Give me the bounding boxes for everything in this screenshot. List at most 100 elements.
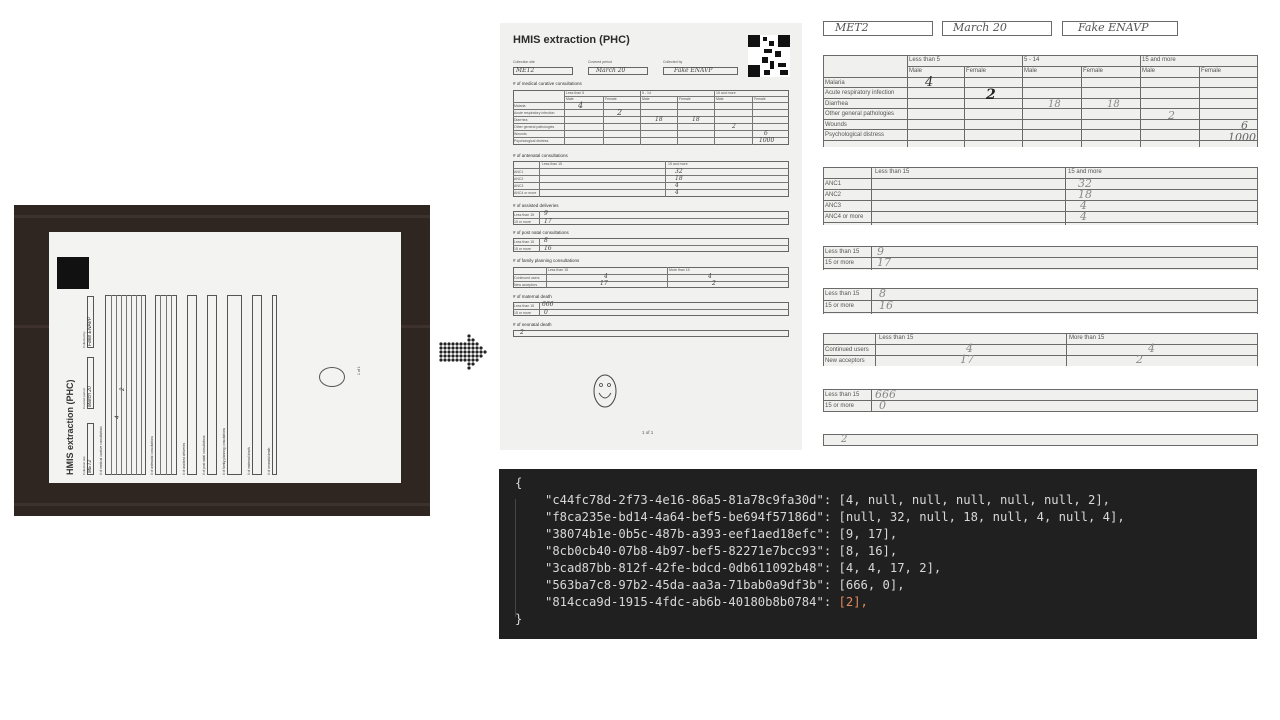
section-antenatal-title: # of antenatal consultations bbox=[513, 153, 568, 158]
json-value: [666, 0], bbox=[838, 578, 905, 592]
antenatal-cell: 18 bbox=[675, 175, 683, 182]
curative-sex-header-0: Male bbox=[566, 97, 574, 101]
antenatal-header: 15 and more bbox=[668, 162, 688, 166]
collection-site-value: MET2 bbox=[516, 67, 535, 74]
curative-row-label: Wounds bbox=[514, 132, 527, 136]
antenatal-row-label: ANC1 bbox=[514, 170, 524, 174]
extracted-form-document: HMIS extraction (PHC) Collection site Co… bbox=[500, 23, 802, 450]
crop-maternal-row: 15 or more bbox=[825, 403, 855, 409]
curative-cell: 1000 bbox=[759, 137, 775, 144]
postnatal-cell: 8 bbox=[544, 237, 548, 244]
photo-form-title: HMIS extraction (PHC) bbox=[65, 379, 75, 475]
maternal-cell: 0 bbox=[544, 309, 548, 316]
json-key: "3cad87bb-812f-42fe-bdcd-0db611092b48" bbox=[545, 561, 824, 575]
antenatal-header: Less than 15 bbox=[542, 162, 563, 166]
antenatal-row-label: ANC3 bbox=[514, 184, 524, 188]
crop-family-row: New acceptors bbox=[825, 358, 865, 364]
crop-neonatal-table: 2 bbox=[823, 434, 1258, 446]
photo-section-family: # of family planning consultations bbox=[222, 428, 226, 475]
crop-curative-age: 5 - 14 bbox=[1024, 57, 1040, 63]
qr-code-icon bbox=[748, 35, 790, 77]
crop-assisted-cell: 17 bbox=[877, 256, 891, 269]
crop-antenatal-header: 15 and more bbox=[1068, 169, 1102, 175]
crop-postnatal-row: Less than 15 bbox=[825, 291, 860, 297]
section-postnatal-title: # of post natal consultations bbox=[513, 230, 569, 235]
photo-section-maternal: # of maternal death bbox=[247, 447, 251, 475]
crop-curative-cell: 2 bbox=[986, 87, 996, 103]
crop-antenatal-row: ANC3 bbox=[825, 203, 842, 209]
assisted-row-label: Less than 15 bbox=[514, 213, 535, 217]
curative-age-header-0: Less than 5 bbox=[566, 91, 585, 95]
neonatal-cell: 2 bbox=[520, 329, 524, 336]
family-cell: 4 bbox=[708, 273, 712, 280]
curative-cell: 18 bbox=[655, 116, 663, 123]
antenatal-row-label: ANC4 or more bbox=[514, 191, 537, 195]
crop-curative-row: Wounds bbox=[825, 122, 847, 128]
maternal-row-label: Less than 15 bbox=[514, 304, 535, 308]
photo-collected-by-label: Collected by bbox=[82, 331, 86, 348]
arrow-right-icon bbox=[439, 334, 487, 370]
family-row-label: Continued users bbox=[514, 276, 540, 280]
crop-curative-row: Other general pathologies bbox=[825, 111, 895, 117]
collected-by-value: Fake ENAVP bbox=[674, 67, 713, 74]
json-value: [2], bbox=[838, 595, 868, 609]
photo-collected-by-value: Fake ENAVP bbox=[87, 316, 93, 346]
curative-sex-header-2: Male bbox=[642, 97, 650, 101]
json-value: [4, null, null, null, null, null, 2], bbox=[838, 493, 1111, 507]
curative-cell: 2 bbox=[617, 108, 623, 117]
crop-curative-row: Diarrhea bbox=[825, 101, 849, 107]
photo-covered-period-label: Covered period bbox=[82, 388, 86, 409]
crop-header-fields: MET2 March 20 Fake ENAVP bbox=[823, 21, 1178, 37]
assisted-cell: 17 bbox=[544, 218, 552, 225]
curative-sex-header-3: Female bbox=[679, 97, 691, 101]
source-photo: HMIS extraction (PHC) Collection site Co… bbox=[14, 205, 430, 516]
form-title: HMIS extraction (PHC) bbox=[513, 34, 630, 46]
crop-postnatal-table: Less than 15 15 or more 8 16 bbox=[823, 288, 1258, 314]
crop-antenatal-row: ANC1 bbox=[825, 181, 842, 187]
json-entry: "814cca9d-1915-4fdc-ab6b-40180b8b0784": … bbox=[545, 595, 868, 609]
curative-sex-header-4: Male bbox=[716, 97, 724, 101]
antenatal-cell: 4 bbox=[675, 189, 679, 196]
family-row-label: New acceptors bbox=[514, 283, 538, 287]
crop-family-cell: 17 bbox=[960, 353, 974, 366]
crop-curative-cell: 4 bbox=[925, 75, 934, 90]
maternal-cell: 666 bbox=[542, 301, 554, 308]
crop-family-header: Less than 15 bbox=[879, 335, 914, 341]
photo-page-number: 1 of 1 bbox=[357, 366, 361, 375]
curative-row-label: Malaria bbox=[514, 104, 526, 108]
crop-postnatal-cell: 16 bbox=[879, 299, 893, 312]
crop-family-row: Continued users bbox=[825, 347, 869, 353]
json-entry: "38074b1e-0b5c-487b-a393-eef1aed18efc": … bbox=[545, 527, 898, 541]
curative-cell: 4 bbox=[578, 101, 584, 110]
photo-section-assisted: # of assisted deliveries bbox=[182, 442, 186, 475]
json-value: [8, 16], bbox=[838, 544, 898, 558]
crop-curative-sex: Male bbox=[1142, 68, 1156, 74]
crop-curative-sex: Male bbox=[909, 68, 923, 74]
maternal-row-label: 15 or more bbox=[514, 311, 531, 315]
json-close-brace: } bbox=[515, 612, 523, 626]
crop-curative-table: Less than 5 5 - 14 15 and more Male Fema… bbox=[823, 55, 1258, 147]
curative-row-label: Other general pathologies bbox=[514, 125, 555, 129]
json-value: [null, 32, null, 18, null, 4, null, 4], bbox=[838, 510, 1125, 524]
crop-curative-cell: 2 bbox=[1168, 109, 1175, 122]
photo-section-postnatal: # of post natal consultations bbox=[202, 435, 206, 475]
family-cell: 2 bbox=[712, 280, 716, 287]
assisted-cell: 9 bbox=[544, 210, 548, 217]
photo-section-curative: # of medical curative consultations bbox=[99, 426, 103, 475]
collection-site-label: Collection site bbox=[513, 60, 535, 64]
curative-row-label: Psychological distress bbox=[514, 139, 549, 143]
json-entry: "8cb0cb40-07b8-4b97-bef5-82271e7bcc93": … bbox=[545, 544, 898, 558]
crop-maternal-table: Less than 15 15 or more 666 0 bbox=[823, 389, 1258, 412]
json-entry: "563ba7c8-97b2-45da-aa3a-71bab0a9df3b": … bbox=[545, 578, 905, 592]
curative-sex-header-1: Female bbox=[605, 97, 617, 101]
crop-curative-cell: 18 bbox=[1107, 99, 1120, 110]
crop-curative-cell: 18 bbox=[1048, 99, 1061, 110]
postnatal-row-label: Less than 15 bbox=[514, 240, 535, 244]
json-entry: "c44fc78d-2f73-4e16-86a5-81a78c9fa30d": … bbox=[545, 493, 1111, 507]
crop-antenatal-header: Less than 15 bbox=[875, 169, 910, 175]
json-value: [4, 4, 17, 2], bbox=[838, 561, 942, 575]
crop-curative-cell: 1000 bbox=[1228, 131, 1256, 144]
json-entry: "f8ca235e-bd14-4a64-bef5-be694f57186d": … bbox=[545, 510, 1125, 524]
curative-row-label: Acute respiratory infection bbox=[514, 111, 555, 115]
curative-cell: 2 bbox=[732, 123, 736, 130]
